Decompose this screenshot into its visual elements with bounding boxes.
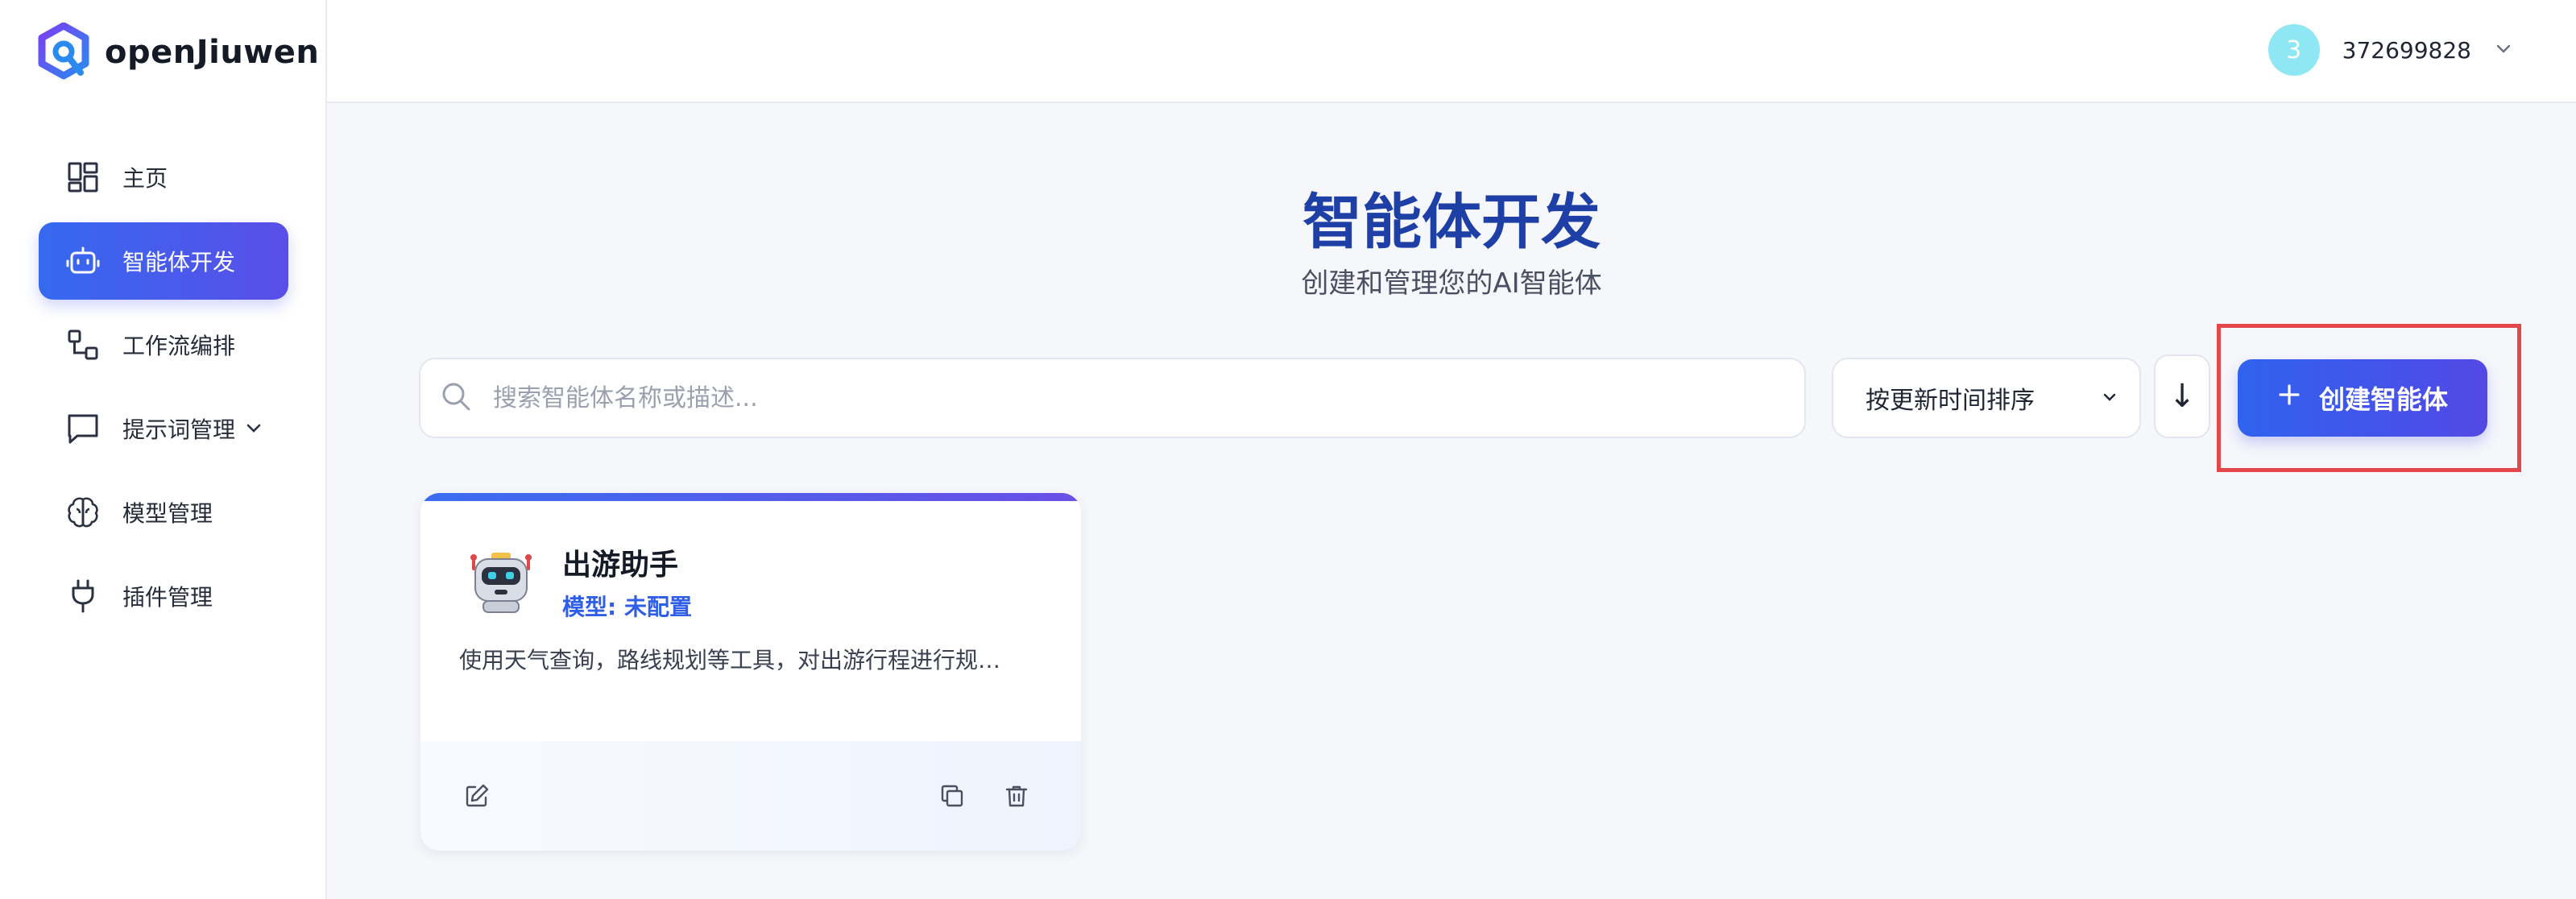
chevron-down-icon[interactable] [2494,39,2513,61]
card-accent-bar [420,493,1081,501]
sidebar-item-agent-dev[interactable]: 智能体开发 [39,222,288,300]
plug-icon [64,578,101,615]
agent-name: 出游助手 [562,549,679,582]
sidebar-item-label: 主页 [122,165,168,192]
sidebar-item-home[interactable]: 主页 [39,139,288,216]
top-header: 3 372699828 [327,0,2576,103]
app-name: openJiuwen [105,34,320,71]
username[interactable]: 372699828 [2342,37,2471,64]
brain-icon [64,494,101,531]
sidebar-nav: 主页 智能体开发 工作流编排 提示词管理 模型管理 插件管理 [39,139,288,641]
page-subtitle: 创建和管理您的AI智能体 [1301,267,1602,300]
search-box[interactable] [419,358,1806,438]
create-agent-label: 创建智能体 [2318,384,2448,415]
sidebar-item-workflow[interactable]: 工作流编排 [39,306,288,383]
chat-icon [64,410,101,447]
chevron-down-icon[interactable] [245,416,263,442]
robot-avatar-icon [470,553,532,613]
sidebar: openJiuwen 主页 智能体开发 工作流编排 提示词管理 模型管理 插件管… [0,0,327,899]
page-title: 智能体开发 [1302,188,1601,257]
trash-icon[interactable] [997,777,1036,815]
app-logo[interactable]: openJiuwen [37,23,319,82]
search-icon [440,380,472,416]
arrow-down-icon: ↓ [2168,378,2196,415]
robot-icon [64,242,101,280]
sidebar-item-label: 模型管理 [122,500,213,527]
avatar[interactable]: 3 [2267,24,2320,76]
sort-select[interactable]: 按更新时间排序 [1832,358,2141,438]
openjiuwen-logo-icon [38,23,89,80]
sort-select-value: 按更新时间排序 [1866,387,2035,415]
chevron-down-icon [2101,384,2118,412]
search-input[interactable] [493,383,1782,412]
sidebar-item-label: 插件管理 [122,584,213,611]
agent-model: 模型: 未配置 [562,594,692,620]
agent-card-footer [420,741,1081,851]
agent-card-header: 出游助手 模型: 未配置 [464,541,692,622]
edit-icon[interactable] [458,777,496,815]
agent-description: 使用天气查询，路线规划等工具，对出游行程进行规… [459,647,1001,673]
sidebar-item-label: 提示词管理 [122,416,236,443]
agent-card[interactable]: 出游助手 模型: 未配置 使用天气查询，路线规划等工具，对出游行程进行规… [420,493,1081,851]
workflow-icon [64,326,101,363]
sidebar-item-prompts[interactable]: 提示词管理 [39,390,288,467]
sidebar-item-plugins[interactable]: 插件管理 [39,557,288,635]
copy-icon[interactable] [933,777,971,815]
create-agent-button[interactable]: 创建智能体 [2238,359,2487,437]
sort-direction-button[interactable]: ↓ [2154,354,2210,438]
user-menu[interactable]: 3 372699828 [2267,24,2513,76]
agent-info: 出游助手 模型: 未配置 [562,541,692,622]
sidebar-item-label: 工作流编排 [122,333,236,359]
sidebar-item-models[interactable]: 模型管理 [39,474,288,551]
dashboard-icon [64,159,101,196]
plus-icon [2277,383,2301,413]
sidebar-item-label: 智能体开发 [122,249,236,276]
